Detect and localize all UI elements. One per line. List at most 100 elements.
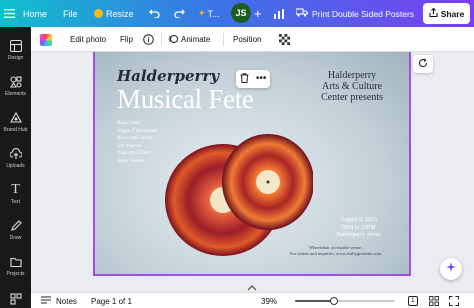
brand-icon — [9, 111, 23, 125]
poster-main-title[interactable]: Musical Fete — [117, 84, 254, 115]
poster-event-details[interactable]: August 9, 2025 5PM to 10PM Halderperry A… — [336, 217, 381, 240]
performer-name: Josie Sisters — [117, 157, 145, 164]
magic-assistant-button[interactable] — [440, 258, 462, 280]
poster-script-title[interactable]: Halderperry — [117, 67, 219, 85]
footnote-line: For tickets and inquiries: www.reallygre… — [290, 251, 381, 256]
page-count-button[interactable]: 1 — [408, 293, 418, 308]
chevron-up-icon[interactable] — [246, 284, 258, 292]
divider — [223, 33, 224, 46]
sidebar-item-brand-hub[interactable]: Brand Hub — [0, 111, 31, 133]
resize-button[interactable]: Resize — [94, 0, 134, 27]
refresh-icon — [418, 55, 428, 73]
sidebar-item-elements[interactable]: Elements — [0, 75, 31, 97]
bottom-bar: Notes Page 1 of 1 39% 1 — [31, 292, 474, 308]
zoom-slider-fill — [295, 300, 334, 302]
edit-photo-button[interactable]: Edit photo — [70, 27, 106, 52]
share-icon — [429, 7, 438, 19]
performer-name: Sid Marvel — [117, 142, 142, 149]
zoom-level[interactable]: 39% — [261, 293, 277, 308]
notes-button[interactable]: Notes — [41, 293, 77, 308]
sidebar-item-label: Brand Hub — [3, 127, 28, 133]
poster-footnote[interactable]: Wheelchair accessible venue. For tickets… — [290, 245, 381, 257]
redo-icon[interactable] — [174, 0, 185, 27]
top-bar: Home File Resize ✦ T... JS + Print Doubl… — [0, 0, 474, 27]
page-indicator[interactable]: Page 1 of 1 — [91, 293, 132, 308]
sidebar-item-projects[interactable]: Projects — [0, 255, 31, 277]
performer-name: Viggo Christensen — [117, 127, 158, 134]
position-button[interactable]: Position — [233, 27, 261, 52]
notes-label: Notes — [56, 296, 77, 306]
grid-view-icon[interactable] — [429, 293, 439, 308]
draw-icon — [9, 219, 23, 233]
animate-icon — [168, 34, 178, 46]
design-title: T... — [207, 8, 220, 19]
context-toolbar: Edit photo Flip Animate Position — [31, 27, 474, 52]
organizer-line: Center presents — [321, 92, 383, 103]
resize-label: Resize — [106, 8, 134, 19]
organizer-line: Arts & Culture — [322, 81, 383, 92]
print-posters-button[interactable]: Print Double Sided Posters — [295, 4, 416, 23]
zoom-slider[interactable] — [295, 297, 395, 305]
star-icon: ✦ — [198, 8, 206, 18]
design-title-button[interactable]: ✦ T... — [198, 0, 220, 27]
sparkle-icon — [445, 260, 457, 278]
sidebar: Design Elements Brand Hub Uploads T Text… — [0, 27, 31, 308]
sidebar-item-text[interactable]: T Text — [0, 182, 31, 205]
event-line: 5PM to 10PM — [341, 224, 376, 231]
animate-button[interactable]: Animate — [168, 27, 210, 52]
animate-label: Animate — [181, 35, 211, 44]
truck-icon — [295, 8, 309, 19]
record-hole — [266, 180, 270, 184]
event-line: Halderperry Arena — [336, 232, 381, 238]
page-count-badge: 1 — [408, 296, 418, 306]
sidebar-item-label: Draw — [9, 235, 22, 241]
notes-icon — [41, 296, 51, 306]
menu-icon[interactable] — [4, 0, 15, 27]
upload-icon — [9, 147, 23, 161]
refresh-button[interactable] — [413, 55, 433, 73]
analytics-icon[interactable] — [274, 0, 285, 27]
zoom-slider-handle[interactable] — [330, 297, 338, 305]
avatar[interactable]: JS — [231, 3, 251, 23]
performer-name: Ryuu and Julian — [117, 135, 153, 141]
performer-list[interactable]: Bola Ortiz Viggo Christensen Ryuu and Ju… — [117, 120, 158, 165]
flip-button[interactable]: Flip — [120, 27, 133, 52]
print-posters-label: Print Double Sided Posters — [312, 8, 415, 19]
add-collaborator-icon[interactable]: + — [254, 0, 262, 27]
sidebar-item-draw[interactable]: Draw — [0, 219, 31, 241]
more-options-icon[interactable]: ••• — [256, 74, 267, 84]
folder-icon — [9, 255, 23, 269]
undo-icon[interactable] — [149, 0, 160, 27]
shapes-icon — [9, 75, 23, 89]
organizer-line: Halderperry — [327, 70, 377, 81]
floating-element-toolbar: ••• — [236, 70, 270, 88]
apps-icon — [9, 292, 23, 306]
sidebar-item-label: Uploads — [6, 163, 25, 169]
delete-icon[interactable] — [240, 70, 249, 88]
color-picker-button[interactable] — [40, 27, 52, 52]
poster-organizer[interactable]: Halderperry Arts & Culture Center presen… — [321, 70, 383, 103]
info-icon[interactable] — [143, 27, 154, 52]
text-icon: T — [11, 182, 20, 197]
sidebar-item-label: Elements — [5, 91, 26, 97]
sidebar-item-uploads[interactable]: Uploads — [0, 147, 31, 169]
performer-name: Popcorn Klitter — [117, 150, 152, 156]
sidebar-item-apps[interactable] — [0, 292, 31, 306]
sidebar-item-label: Design — [7, 55, 24, 61]
canvas-workspace: Halderperry Musical Fete Halderperry Art… — [31, 52, 474, 292]
sidebar-item-label: Text — [10, 199, 21, 205]
layout-icon — [9, 39, 23, 53]
event-line: August 9, 2025 — [340, 217, 378, 223]
sidebar-item-label: Projects — [6, 271, 25, 277]
file-menu-button[interactable]: File — [63, 0, 78, 27]
share-button[interactable]: Share — [423, 3, 470, 24]
transparency-icon[interactable] — [279, 27, 290, 52]
color-swatch-icon — [40, 33, 52, 46]
sidebar-item-design[interactable]: Design — [0, 39, 31, 61]
performer-name: Bola Ortiz — [117, 120, 141, 126]
fullscreen-icon[interactable] — [449, 293, 459, 308]
divider — [161, 33, 162, 46]
home-button[interactable]: Home — [23, 0, 47, 27]
crown-icon — [94, 9, 103, 18]
share-label: Share — [440, 8, 465, 19]
